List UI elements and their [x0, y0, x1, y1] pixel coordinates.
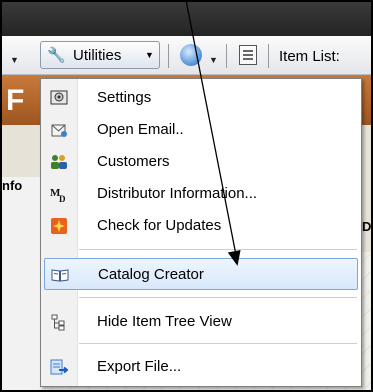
- annotation-arrow: [185, 0, 241, 266]
